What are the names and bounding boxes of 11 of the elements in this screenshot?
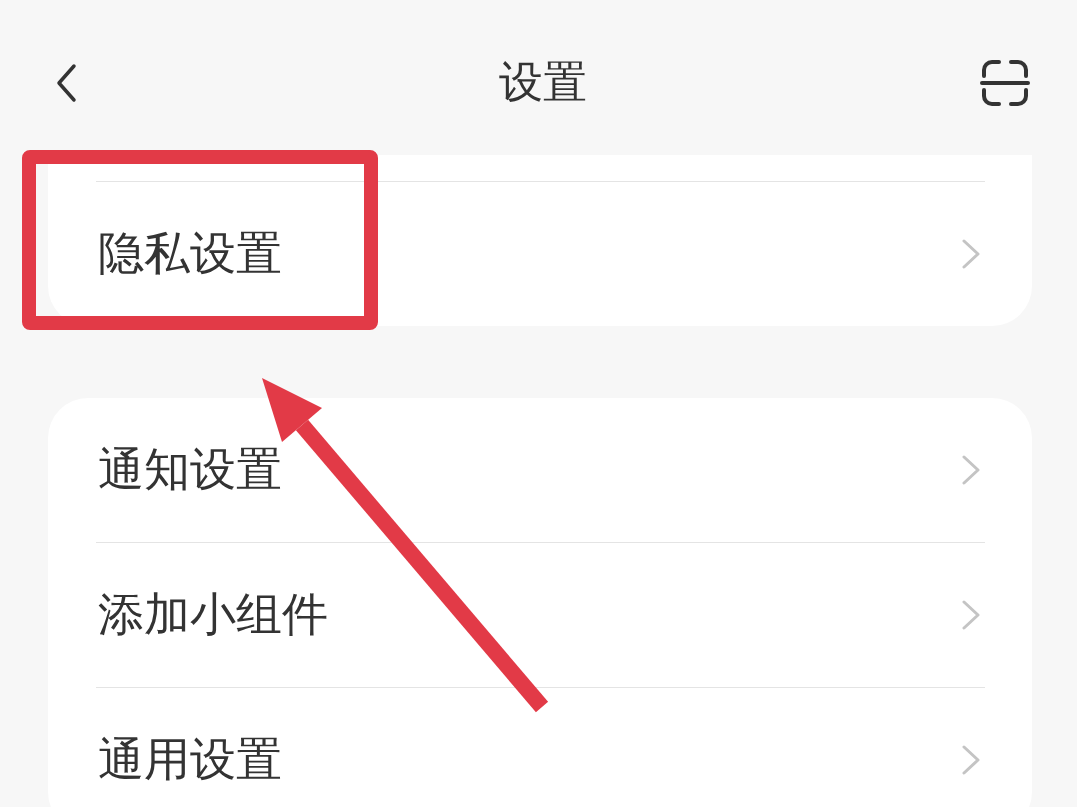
settings-item[interactable]: 隐私设置 [48,182,1032,326]
settings-item[interactable]: 通知设置 [48,398,1032,542]
settings-item[interactable]: 添加小组件 [48,543,1032,687]
settings-item[interactable]: 通用设置 [48,688,1032,807]
chevron-right-icon [962,600,980,630]
chevron-right-icon [962,455,980,485]
chevron-right-icon [962,745,980,775]
scan-icon[interactable] [980,57,1030,108]
page-title: 设置 [498,56,587,109]
chevron-right-icon [962,239,980,269]
back-icon[interactable] [55,62,77,103]
